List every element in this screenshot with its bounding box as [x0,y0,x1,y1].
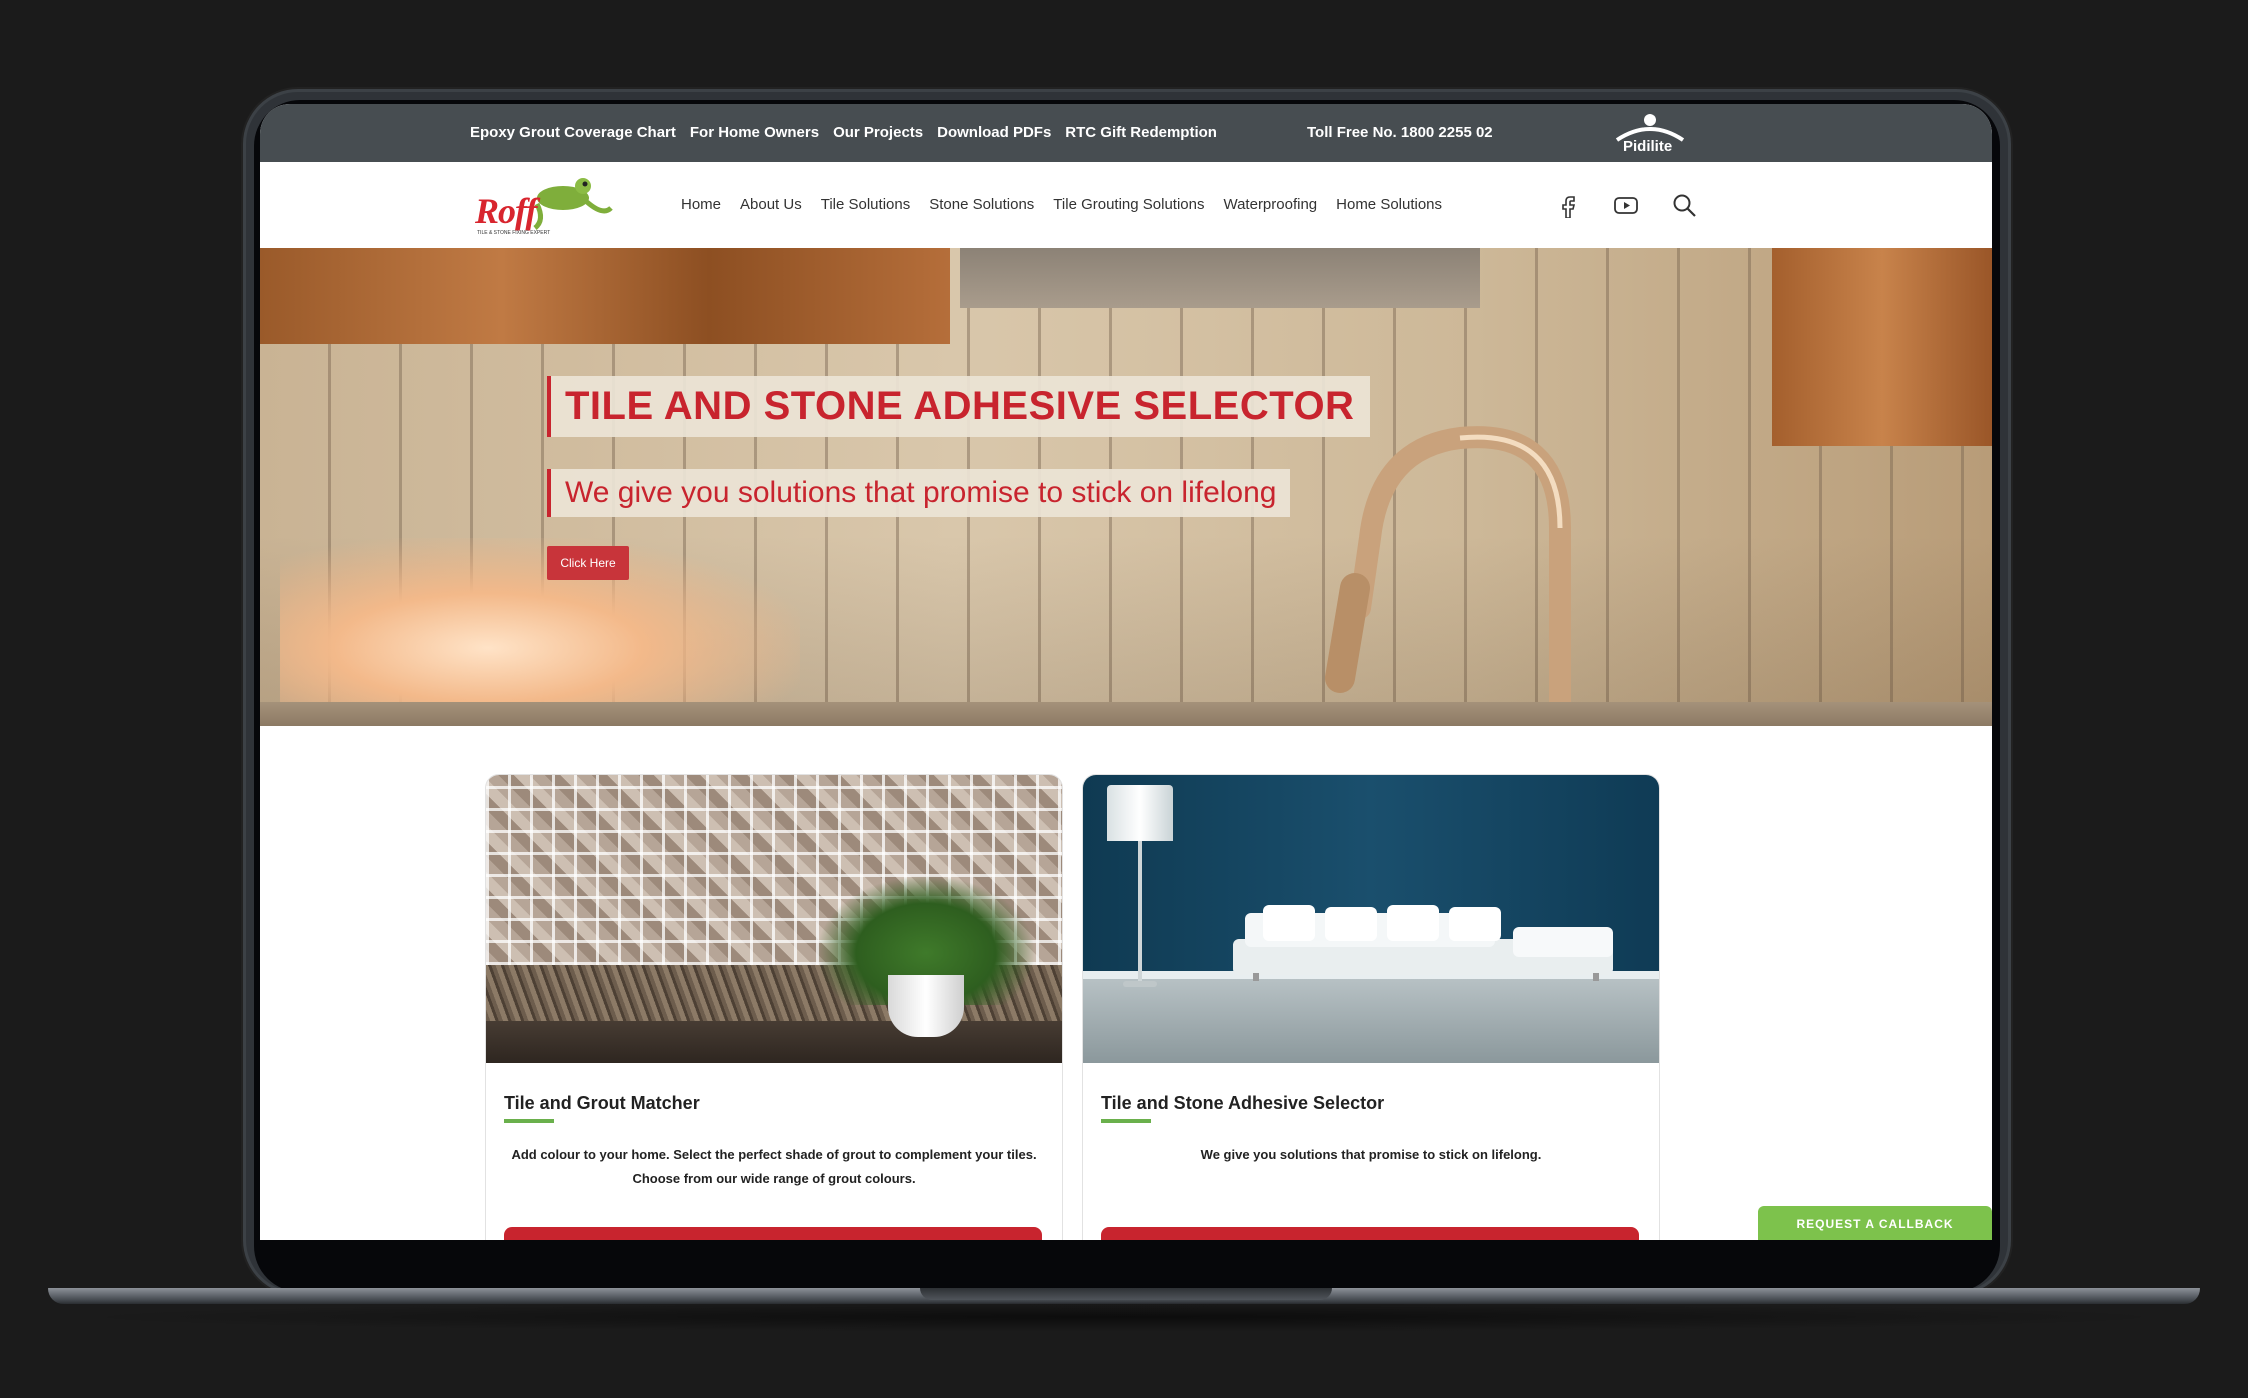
floor-lamp-shade [1107,785,1173,841]
card-description: Add colour to your home. Select the perf… [511,1147,1037,1186]
top-links: Epoxy Grout Coverage Chart For Home Owne… [470,124,1217,141]
hero-title: TILE AND STONE ADHESIVE SELECTOR [547,376,1371,437]
roff-wordmark: Roff [475,191,537,231]
card-adhesive-selector[interactable]: Tile and Stone Adhesive Selector We give… [1082,774,1660,1240]
roff-logo[interactable]: Roff TILE & STONE FIXING EXPERT [475,168,615,244]
roff-tagline: TILE & STONE FIXING EXPERT [477,230,551,236]
plant-pot [888,975,964,1037]
card-title: Tile and Stone Adhesive Selector [1101,1093,1385,1113]
hero-onyx-lamp [280,538,800,726]
nav-about-us[interactable]: About Us [740,196,802,213]
nav-waterproofing[interactable]: Waterproofing [1223,196,1317,213]
card-image-mosaic-kitchen [486,775,1062,1063]
hero-countertop [260,702,1992,726]
top-link-download-pdfs[interactable]: Download PDFs [937,124,1051,141]
laptop-shadow [60,1302,2188,1332]
card-description: We give you solutions that promise to st… [1200,1147,1542,1162]
top-link-rtc-gift[interactable]: RTC Gift Redemption [1065,124,1217,141]
nav-tile-solutions[interactable]: Tile Solutions [821,196,911,213]
tools-section: Tile and Grout Matcher Add colour to you… [260,726,1992,1240]
card-title-underline [504,1119,554,1123]
pidilite-wordmark: Pidilite [1623,138,1673,155]
laptop-base-notch [920,1288,1332,1300]
nav-tile-grouting-solutions[interactable]: Tile Grouting Solutions [1053,196,1204,213]
card-action-button[interactable] [504,1227,1042,1240]
hero-banner: TILE AND STONE ADHESIVE SELECTOR We give… [260,248,1992,726]
hero-subtitle: We give you solutions that promise to st… [547,469,1291,517]
floor-lamp-pole [1138,841,1142,983]
top-link-home-owners[interactable]: For Home Owners [690,124,819,141]
top-utility-bar: Epoxy Grout Coverage Chart For Home Owne… [260,104,1992,162]
hero-faucet-image [1325,426,1571,726]
card-image-living-room [1083,775,1659,1063]
card-action-button[interactable] [1101,1227,1639,1240]
header-icons [1555,192,1697,219]
nav-stone-solutions[interactable]: Stone Solutions [929,196,1034,213]
main-navigation: Home About Us Tile Solutions Stone Solut… [681,196,1442,213]
nav-home[interactable]: Home [681,196,721,213]
hero-cabinet-right [1772,248,1992,446]
white-sofa-image [1233,905,1613,981]
facebook-icon[interactable] [1555,192,1581,219]
granite-counter [486,1021,1062,1063]
search-icon[interactable] [1671,192,1697,218]
hero-cabinets [260,248,950,344]
card-title: Tile and Grout Matcher [504,1093,700,1113]
request-callback-button[interactable]: REQUEST A CALLBACK [1758,1206,1992,1240]
main-header: Roff TILE & STONE FIXING EXPERT Home Abo… [260,162,1992,249]
floor-lamp-base [1123,981,1157,987]
pidilite-logo[interactable]: Pidilite [1605,110,1695,158]
toll-free-number: Toll Free No. 1800 2255 02 [1307,124,1493,141]
nav-home-solutions[interactable]: Home Solutions [1336,196,1442,213]
top-link-epoxy-grout-chart[interactable]: Epoxy Grout Coverage Chart [470,124,676,141]
card-title-underline [1101,1119,1151,1123]
room-floor [1083,975,1659,1063]
hero-click-here-button[interactable]: Click Here [547,546,629,580]
browser-screen: Epoxy Grout Coverage Chart For Home Owne… [260,104,1992,1240]
hero-range-hood [960,248,1480,308]
youtube-icon[interactable] [1613,192,1639,218]
top-link-our-projects[interactable]: Our Projects [833,124,923,141]
card-tile-grout-matcher[interactable]: Tile and Grout Matcher Add colour to you… [485,774,1063,1240]
